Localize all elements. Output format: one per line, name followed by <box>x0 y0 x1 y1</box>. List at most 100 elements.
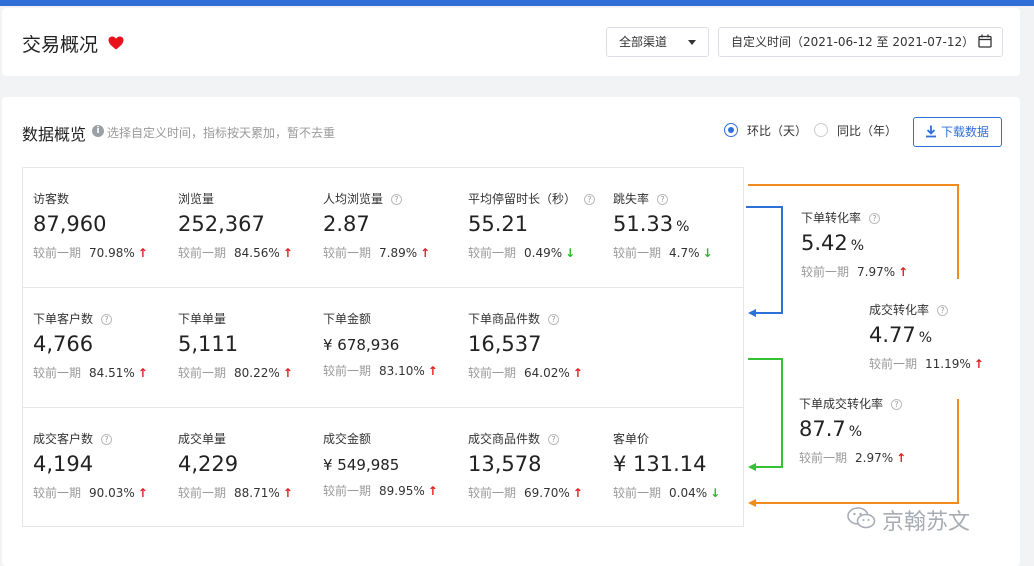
text-metrics-5-value: 4,766 <box>33 332 94 356</box>
wechat-icon <box>847 507 876 529</box>
arrow-up-icon: ↑ <box>137 246 148 260</box>
metric-value: 4,766 <box>33 332 173 356</box>
conversion-unit: % <box>850 238 865 254</box>
text-overview-compare_label: 较前一期 <box>323 364 372 378</box>
text-overview-compare_label: 较前一期 <box>613 246 662 260</box>
section-title: 数据概览 <box>22 125 87 144</box>
help-icon[interactable]: ? <box>657 194 669 205</box>
text-metrics-0-value: 87,960 <box>33 212 107 236</box>
download-label: 下载数据 <box>941 125 990 139</box>
text-overview-compare_label: 较前一期 <box>468 366 517 380</box>
metric-card: 成交单量 4,229 较前一期 88.71% ↑ <box>178 430 318 501</box>
metric-card: 下单客户数? 4,766 较前一期 84.51% ↑ <box>33 310 173 381</box>
metric-label: 成交金额 <box>323 430 463 447</box>
metric-label: 成交单量 <box>178 430 318 447</box>
metric-change: 69.70% <box>524 486 570 500</box>
arrow-up-icon: ↑ <box>420 246 431 260</box>
date-range-picker[interactable]: 自定义时间（2021-06-12 至 2021-07-12） <box>718 27 1003 57</box>
text-metrics-13-value: ¥ 131.14 <box>613 452 707 476</box>
conversion-change: 2.97% <box>855 451 894 465</box>
metric-compare: 较前一期 84.56% ↑ <box>178 244 318 261</box>
help-icon[interactable]: ? <box>869 213 881 224</box>
metric-value: 51.33% <box>613 212 753 236</box>
text-metrics-1-label: 浏览量 <box>178 192 215 206</box>
metric-change: 80.22% <box>234 366 280 380</box>
metric-label: 人均浏览量? <box>323 190 463 207</box>
text-metrics-11-value: ¥ 549,985 <box>323 456 400 474</box>
conversion-label: 下单成交转化率? <box>799 395 939 412</box>
help-icon[interactable]: ? <box>101 434 113 445</box>
overview-hint: 选择自定义时间，指标按天累加，暂不去重 <box>107 126 336 140</box>
arrow-up-icon: ↑ <box>282 366 293 380</box>
metric-value: 16,537 <box>468 332 608 356</box>
radio-yoy-label: 同比（年） <box>837 124 898 138</box>
metric-value: 13,578 <box>468 452 608 476</box>
channel-select[interactable]: 全部渠道 <box>606 27 709 57</box>
text-conversions-2-value: 87.7 <box>799 417 846 441</box>
radio-mom[interactable] <box>724 123 738 137</box>
overview-card: 数据概览 i 选择自定义时间，指标按天累加，暂不去重 环比（天） 同比（年） 下… <box>2 97 1020 566</box>
metric-label: 下单单量 <box>178 310 318 327</box>
metric-value: ¥ 549,985 <box>323 456 463 474</box>
text-overview-compare_label: 较前一期 <box>178 246 227 260</box>
help-icon[interactable]: ? <box>548 314 560 325</box>
help-icon[interactable]: ? <box>391 194 403 205</box>
metric-change: 0.04% <box>669 486 708 500</box>
arrow-up-icon: ↑ <box>427 484 438 498</box>
text-overview-compare_label: 较前一期 <box>33 486 82 500</box>
text-overview-compare_label: 较前一期 <box>468 486 517 500</box>
metric-label: 成交商品件数? <box>468 430 608 447</box>
text-metrics-12-label: 成交商品件数 <box>468 432 541 446</box>
arrow-up-icon: ↑ <box>137 366 148 380</box>
metric-label: 浏览量 <box>178 190 318 207</box>
text-metrics-10-value: 4,229 <box>178 452 239 476</box>
help-icon[interactable]: ? <box>584 194 596 205</box>
text-metrics-3-value: 55.21 <box>468 212 529 236</box>
metric-value: ¥ 131.14 <box>613 452 753 476</box>
arrow-up-icon: ↑ <box>898 265 909 279</box>
arrow-up-icon: ↑ <box>572 486 583 500</box>
conversion-rate-card: 成交转化率? 4.77% 较前一期 11.19% ↑ <box>869 301 1009 372</box>
metric-compare: 较前一期 4.7% ↓ <box>613 244 753 261</box>
text-conversions-2-label: 下单成交转化率 <box>799 397 884 411</box>
metric-card: 成交金额 ¥ 549,985 较前一期 89.95% ↑ <box>323 430 463 499</box>
metric-change: 64.02% <box>524 366 570 380</box>
help-icon[interactable]: ? <box>937 305 949 316</box>
help-icon[interactable]: ? <box>891 399 903 410</box>
text-metrics-7-label: 下单金额 <box>323 312 372 326</box>
text-metrics-12-value: 13,578 <box>468 452 542 476</box>
page-title: 交易概况 <box>22 34 99 56</box>
text-metrics-8-label: 下单商品件数 <box>468 312 541 326</box>
text-metrics-6-label: 下单单量 <box>178 312 227 326</box>
text-overview-compare_label: 较前一期 <box>869 357 918 371</box>
help-icon[interactable]: ? <box>548 434 560 445</box>
arrow-down-icon: ↓ <box>565 246 576 260</box>
text-metrics-2-value: 2.87 <box>323 212 370 236</box>
metric-compare: 较前一期 0.04% ↓ <box>613 484 753 501</box>
metric-card: 成交客户数? 4,194 较前一期 90.03% ↑ <box>33 430 173 501</box>
radio-yoy[interactable] <box>814 123 828 137</box>
conversion-unit: % <box>918 330 933 346</box>
help-icon[interactable]: ? <box>101 314 113 325</box>
metric-change: 89.95% <box>379 484 425 498</box>
row-divider <box>23 407 743 408</box>
metric-label: 平均停留时长（秒）? <box>468 190 608 207</box>
metric-card: 跳失率? 51.33% 较前一期 4.7% ↓ <box>613 190 753 261</box>
text-metrics-9-label: 成交客户数 <box>33 432 94 446</box>
metrics-grid: 访客数 87,960 较前一期 70.98% ↑ 浏览量 252,367 较前一期 84.56%… <box>22 167 744 527</box>
conversion-change: 11.19% <box>925 357 971 371</box>
metric-change: 0.49% <box>524 246 563 260</box>
arrow-up-icon: ↑ <box>282 246 293 260</box>
metric-label: 下单商品件数? <box>468 310 608 327</box>
metric-card: 成交商品件数? 13,578 较前一期 69.70% ↑ <box>468 430 608 501</box>
text-metrics-10-label: 成交单量 <box>178 432 227 446</box>
metric-compare: 较前一期 70.98% ↑ <box>33 244 173 261</box>
arrow-up-icon: ↑ <box>973 357 984 371</box>
metric-change: 88.71% <box>234 486 280 500</box>
metric-change: 4.7% <box>669 246 700 260</box>
download-button[interactable]: 下载数据 <box>913 117 1002 147</box>
arrow-up-icon: ↑ <box>282 486 293 500</box>
metric-compare: 较前一期 84.51% ↑ <box>33 364 173 381</box>
conversion-rate-card: 下单成交转化率? 87.7% 较前一期 2.97% ↑ <box>799 395 939 466</box>
metric-change: 83.10% <box>379 364 425 378</box>
